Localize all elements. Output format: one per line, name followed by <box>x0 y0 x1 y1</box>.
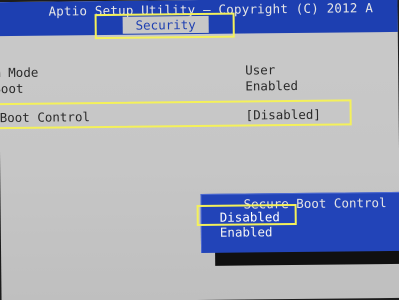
setting-value-mode: User <box>245 62 276 78</box>
secure-boot-control-popup: Secure Boot Control Disabled Enabled <box>200 191 399 253</box>
window-title: Aptio Setup Utility – Copyright (C) 2012… <box>48 0 374 19</box>
setting-value-boot-control[interactable]: [Disabled] <box>246 107 321 123</box>
setting-label-mode: m Mode <box>0 64 39 80</box>
option-disabled[interactable]: Disabled <box>220 209 280 225</box>
setting-value-boot: Enabled <box>245 77 299 94</box>
setting-label-boot: Boot <box>0 80 24 97</box>
option-enabled[interactable]: Enabled <box>220 224 273 240</box>
bios-screen: Aptio Setup Utility – Copyright (C) 2012… <box>0 0 399 300</box>
setting-label-boot-control[interactable]: Boot Control <box>0 109 90 125</box>
title-bar: Aptio Setup Utility – Copyright (C) 2012… <box>0 0 399 37</box>
tab-security[interactable]: Security <box>122 15 209 34</box>
